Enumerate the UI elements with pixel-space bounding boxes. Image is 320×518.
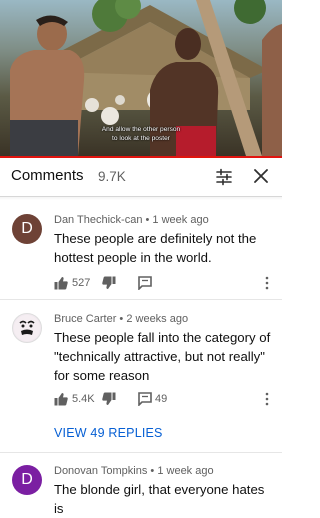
comment-author[interactable]: Donovan Tompkins xyxy=(54,465,147,477)
like-icon[interactable] xyxy=(54,276,68,290)
subtitle-line: And allow the other person xyxy=(101,126,181,133)
like-count: 5.4K xyxy=(72,393,95,405)
comment-author[interactable]: Bruce Carter xyxy=(54,313,116,325)
reply-icon[interactable] xyxy=(138,276,152,290)
subtitle-line: to look at the poster xyxy=(112,135,170,142)
comment-actions: 5.4K 49 xyxy=(54,392,274,408)
comment-time: 1 week ago xyxy=(152,214,209,226)
meta-separator: • xyxy=(116,313,127,325)
reply-count: 49 xyxy=(155,393,168,405)
dislike-icon[interactable] xyxy=(102,392,116,406)
video-player[interactable]: And allow the other person to look at th… xyxy=(0,0,282,156)
like-count: 527 xyxy=(72,277,91,289)
view-replies-link[interactable]: VIEW 49 REPLIES xyxy=(54,426,163,440)
avatar[interactable]: D xyxy=(12,465,42,495)
comment-text: These people are definitely not the hott… xyxy=(54,229,276,267)
comment-actions: 527 xyxy=(54,276,274,292)
meta-separator: • xyxy=(142,214,153,226)
comment-divider xyxy=(0,452,282,453)
more-options-icon[interactable] xyxy=(264,392,270,406)
comments-header: Comments 9.7K xyxy=(0,158,282,197)
comment-text-line: for some reason xyxy=(54,368,150,383)
comment-meta: Dan Thechick-can • 1 week ago xyxy=(54,214,209,226)
comments-title: Comments xyxy=(11,167,84,184)
video-subtitle: And allow the other person to look at th… xyxy=(0,125,282,143)
comment-divider xyxy=(0,299,282,300)
comment-text: These people fall into the category of "… xyxy=(54,328,276,385)
dislike-icon[interactable] xyxy=(102,276,116,290)
meta-separator: • xyxy=(147,465,158,477)
more-options-icon[interactable] xyxy=(264,276,270,290)
comment-time: 1 week ago xyxy=(157,465,214,477)
comments-count: 9.7K xyxy=(98,169,126,184)
reply-icon[interactable] xyxy=(138,392,152,406)
close-icon[interactable] xyxy=(253,168,269,184)
comment-text: The blonde girl, that everyone hates is xyxy=(54,480,276,518)
sort-filter-icon[interactable] xyxy=(215,168,233,186)
comment-meta: Bruce Carter • 2 weeks ago xyxy=(54,313,188,325)
face-avatar-icon xyxy=(14,315,40,341)
comment-text-line: The blonde girl, that everyone hates is xyxy=(54,482,265,516)
comment-text-line: These people fall into the category of xyxy=(54,330,271,345)
comment-text-line: These people are definitely not the xyxy=(54,231,257,246)
comment-text-line: "technically attractive, but not really" xyxy=(54,349,265,364)
comment-author[interactable]: Dan Thechick-can xyxy=(54,214,142,226)
comment-time: 2 weeks ago xyxy=(126,313,189,325)
avatar[interactable]: D xyxy=(12,214,42,244)
avatar[interactable] xyxy=(12,313,42,343)
comment-meta: Donovan Tompkins • 1 week ago xyxy=(54,465,214,477)
comment-text-line: hottest people in the world. xyxy=(54,250,212,265)
like-icon[interactable] xyxy=(54,392,68,406)
header-shadow xyxy=(0,196,282,200)
